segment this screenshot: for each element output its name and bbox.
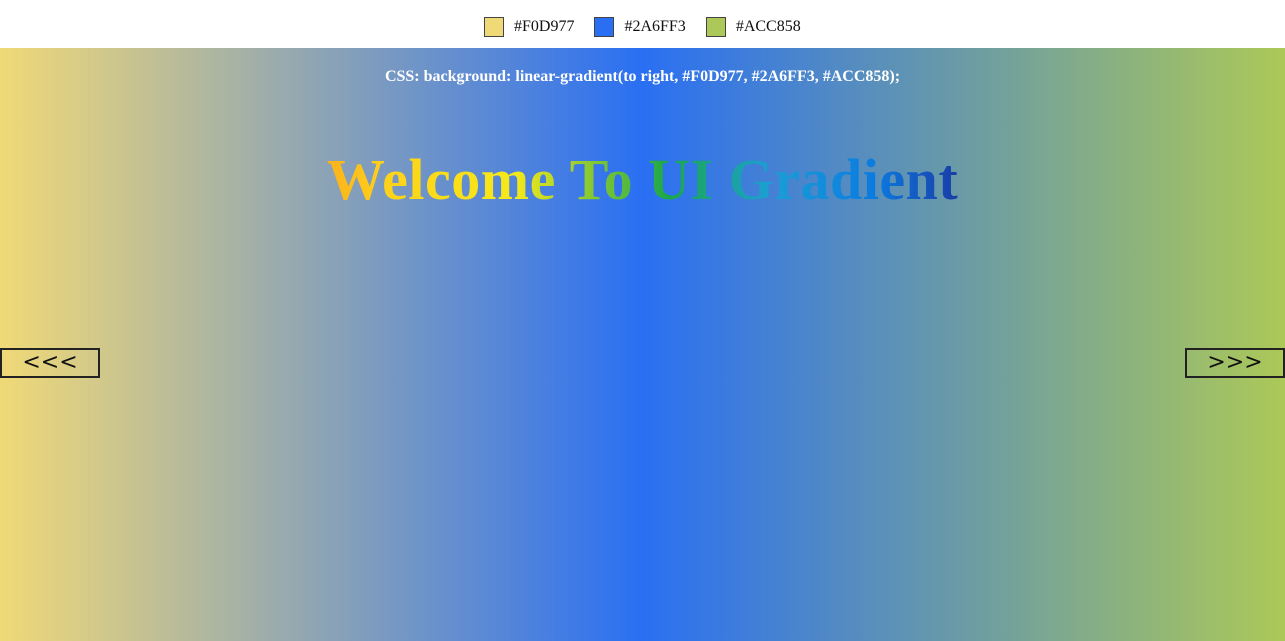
color-swatch-1 [484,17,504,37]
welcome-heading: Welcome To UI Gradient [0,146,1285,213]
swatch-label-2: #2A6FF3 [624,18,686,35]
swatch-list: #F0D977 #2A6FF3 #ACC858 [484,16,821,38]
color-swatch-bar: #F0D977 #2A6FF3 #ACC858 [0,0,1285,48]
color-swatch-2 [594,17,615,37]
swatch-item-1: #F0D977 [484,17,574,37]
swatch-item-2: #2A6FF3 [594,17,686,37]
previous-gradient-button[interactable]: <<< [0,348,100,378]
gradient-preview: CSS: background: linear-gradient(to righ… [0,48,1285,641]
swatch-item-3: #ACC858 [705,17,801,37]
swatch-label-3: #ACC858 [735,18,801,35]
swatch-label-1: #F0D977 [514,18,575,35]
next-gradient-button[interactable]: >>> [1185,348,1285,378]
color-swatch-3 [705,17,726,37]
css-code-text: CSS: background: linear-gradient(to righ… [384,68,901,85]
